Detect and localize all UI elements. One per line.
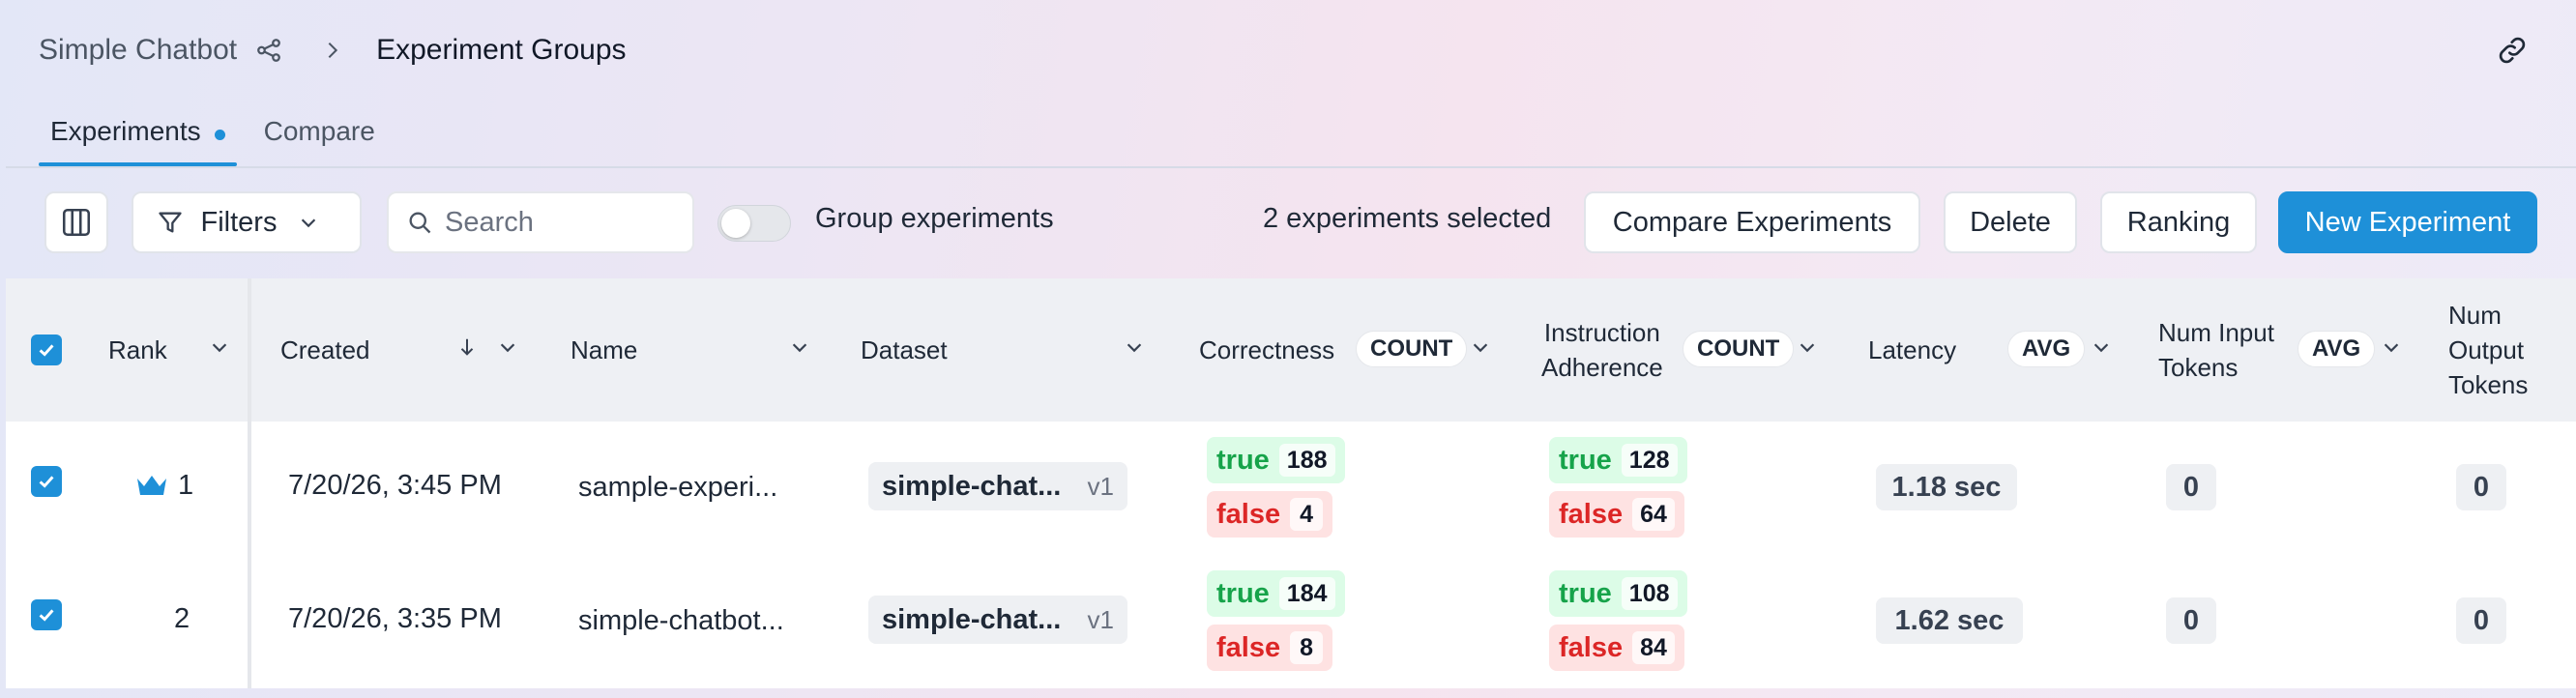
columns-icon [62,208,91,237]
header-input-line2: Tokens [2158,353,2239,382]
breadcrumb: Simple Chatbot Experiment Groups [39,31,627,70]
experiment-name[interactable]: simple-chatbot... [578,605,784,637]
ranking-button[interactable]: Ranking [2100,191,2257,253]
chevron-down-icon[interactable] [2381,336,2402,358]
header-output-line3: Tokens [2448,370,2529,399]
input-tokens-value: 0 [2166,597,2216,644]
selection-count: 2 experiments selected [1263,203,1552,234]
chevron-down-icon[interactable] [1797,336,1818,358]
instruction-false: false 84 [1549,625,1684,671]
delete-button[interactable]: Delete [1944,191,2077,253]
link-icon[interactable] [2497,35,2528,66]
output-tokens-value: 0 [2456,464,2506,510]
chevron-down-icon[interactable] [1124,336,1145,358]
tab-bar: Experiments Compare [39,108,387,166]
dataset-version: v1 [1087,604,1114,634]
columns-button[interactable] [44,191,108,253]
top-bar: Simple Chatbot Experiment Groups Experim… [0,0,2576,168]
tabs-divider [6,166,2576,168]
header-correctness[interactable]: Correctness [1199,278,1334,422]
share-icon[interactable] [254,36,283,65]
header-dataset[interactable]: Dataset [861,278,948,422]
header-instruction-adherence[interactable]: Instruction Adherence [1541,278,1663,422]
instruction-true: true 128 [1549,437,1687,483]
row-checkbox[interactable] [31,466,62,497]
experiments-table: Rank Created Name Dataset Correctness CO… [6,278,2576,688]
header-rank[interactable]: Rank [108,278,167,422]
crown-icon [137,476,166,495]
dataset-name: simple-chat... [882,603,1062,635]
chevron-down-icon[interactable] [1470,336,1491,358]
search-icon [409,212,431,234]
instruction-false: false 64 [1549,491,1684,538]
checkbox-checked-icon [39,344,54,357]
chevron-down-icon[interactable] [209,336,230,358]
sort-desc-icon[interactable] [456,336,478,358]
header-output-line1: Num [2448,301,2502,330]
tab-compare-label: Compare [263,116,375,146]
tab-experiments-label: Experiments [50,116,201,146]
filters-button[interactable]: Filters [132,191,362,253]
tab-indicator-dot [214,130,225,140]
dataset-name: simple-chat... [882,470,1062,502]
latency-value: 1.62 sec [1876,597,2023,644]
header-input-line1: Num Input [2158,318,2274,347]
breadcrumb-app[interactable]: Simple Chatbot [39,34,237,67]
correctness-true: true 184 [1207,570,1345,617]
tab-compare[interactable]: Compare [252,108,387,166]
header-output-tokens[interactable]: Num Output Tokens [2448,278,2528,422]
latency-value: 1.18 sec [1876,464,2017,510]
toolbar: Filters Group experiments 2 experiments … [0,189,2576,255]
rank-value: 2 [174,603,190,634]
group-experiments-toggle[interactable] [717,205,791,242]
search-input[interactable] [445,206,677,239]
table-row[interactable]: 2 7/20/26, 3:35 PM simple-chatbot... sim… [6,555,2576,688]
dataset-pill[interactable]: simple-chat... v1 [868,596,1127,644]
chevron-down-icon[interactable] [497,336,518,358]
input-tokens-value: 0 [2166,464,2216,510]
chevron-down-icon [302,218,316,228]
checkbox-checked-icon [39,609,54,622]
header-name[interactable]: Name [571,278,637,422]
tab-experiments[interactable]: Experiments [39,108,237,166]
header-latency[interactable]: Latency [1868,278,1956,422]
header-instruction-line2: Adherence [1541,353,1663,382]
chevron-down-icon[interactable] [2091,336,2112,358]
rank-value: 1 [178,470,194,501]
input-tokens-aggregate[interactable]: AVG [2298,331,2376,367]
filters-label: Filters [200,206,278,238]
instruction-true: true 108 [1549,570,1687,617]
instruction-aggregate[interactable]: COUNT [1683,331,1795,367]
output-tokens-value: 0 [2456,597,2506,644]
toggle-knob [721,209,750,238]
latency-aggregate[interactable]: AVG [2007,331,2086,367]
table-header: Rank Created Name Dataset Correctness CO… [6,278,2576,422]
row-checkbox[interactable] [31,599,62,630]
new-experiment-button[interactable]: New Experiment [2278,191,2537,253]
correctness-false: false 8 [1207,625,1333,671]
compare-experiments-button[interactable]: Compare Experiments [1584,191,1920,253]
header-input-tokens[interactable]: Num Input Tokens [2158,278,2274,422]
dataset-version: v1 [1087,471,1114,501]
created-value: 7/20/26, 3:45 PM [288,470,502,501]
group-experiments-label: Group experiments [815,203,1054,234]
correctness-aggregate[interactable]: COUNT [1356,331,1468,367]
header-instruction-line1: Instruction [1543,318,1660,347]
header-output-line2: Output [2448,335,2525,364]
breadcrumb-current: Experiment Groups [376,34,627,66]
chevron-right-icon [328,42,338,59]
dataset-pill[interactable]: simple-chat... v1 [868,462,1127,510]
select-all-checkbox[interactable] [31,334,62,365]
correctness-false: false 4 [1207,491,1333,538]
correctness-true: true 188 [1207,437,1345,483]
created-value: 7/20/26, 3:35 PM [288,603,502,634]
experiment-name[interactable]: sample-experi... [578,472,777,504]
checkbox-checked-icon [39,476,54,488]
search-box [387,191,694,253]
chevron-down-icon[interactable] [789,336,810,358]
table-row[interactable]: 1 7/20/26, 3:45 PM sample-experi... simp… [6,422,2576,555]
header-created[interactable]: Created [280,278,370,422]
filter-icon [158,212,182,233]
